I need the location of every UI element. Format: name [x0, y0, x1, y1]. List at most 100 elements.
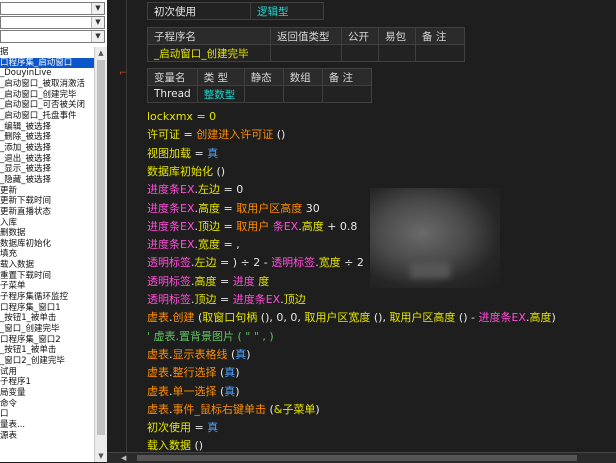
tree-item[interactable]: _DouyinLive [0, 68, 94, 79]
table-header-cell[interactable]: 数组 [282, 68, 323, 86]
table-header-cell[interactable]: 备 注 [415, 27, 465, 45]
code-token: () [213, 164, 226, 178]
object-combo[interactable]: ▼ [0, 2, 105, 15]
tree-item[interactable]: 重置下载时间 [0, 271, 94, 282]
chevron-down-icon[interactable]: ▼ [91, 31, 104, 42]
tree-item[interactable]: 删数据 [0, 228, 94, 239]
filter-combo[interactable]: ▼ [0, 30, 105, 43]
tree-item[interactable]: 更新 [0, 186, 94, 197]
table-header-cell[interactable]: 易包 [378, 27, 416, 45]
tree-item[interactable]: 入库 [0, 218, 94, 229]
table-cell[interactable]: Thread [147, 85, 198, 103]
tree-item[interactable]: 口程序集_启动窗口 [0, 57, 94, 69]
code-line[interactable]: 虚表.显示表格线 (真) [147, 346, 251, 363]
tree-item[interactable]: 局变量 [0, 388, 94, 399]
code-line[interactable]: ' 虚表.置背景图片 ( " " , ) [147, 328, 274, 345]
tree-item[interactable]: _显示_被选择 [0, 164, 94, 175]
code-line[interactable]: 进度条EX.顶边 = 取用户 条EX.高度 + 0.8 [147, 218, 357, 235]
table-cell[interactable]: 整数型 [196, 85, 245, 103]
tree-item[interactable]: 口程序集_窗口1 [0, 303, 94, 314]
code-line[interactable]: 虚表.事件_鼠标右键单击 (&子菜单) [147, 401, 320, 418]
scroll-thumb[interactable] [137, 455, 577, 461]
tree-item[interactable]: _编辑_被选择 [0, 122, 94, 133]
tree-item[interactable]: 填充 [0, 249, 94, 260]
code-token: () [191, 439, 204, 452]
code-token: 左边 [198, 183, 220, 197]
table-cell[interactable] [378, 44, 416, 62]
chevron-down-icon[interactable]: ▼ [91, 17, 104, 28]
tree-item[interactable]: _删除_被选择 [0, 132, 94, 143]
tree-item[interactable]: 量表... [0, 420, 94, 431]
tree-item[interactable]: 源表 [0, 431, 94, 442]
tree-item[interactable]: 口程序集_窗口2 [0, 335, 94, 346]
tree-item[interactable]: _启动窗口_可否被关闭 [0, 100, 94, 111]
code-token: 数据库初始化 [147, 164, 213, 178]
table-cell[interactable] [270, 44, 342, 62]
code-token: , [236, 238, 240, 252]
code-line[interactable]: 许可证 = 创建进入许可证 () [147, 126, 285, 143]
tree-item[interactable]: _启动窗口_托盘事件 [0, 111, 94, 122]
table-header-cell[interactable]: 变量名 [147, 68, 198, 86]
tree-item[interactable]: 口 [0, 409, 94, 420]
code-line[interactable]: 视图加载 = 真 [147, 145, 218, 162]
table-header-cell[interactable]: 子程序名 [147, 27, 271, 45]
tree-item[interactable]: 更新直播状态 [0, 207, 94, 218]
chevron-down-icon[interactable]: ▼ [91, 3, 104, 14]
event-combo[interactable]: ▼ [0, 16, 105, 29]
tree-item[interactable]: 据 [0, 47, 94, 58]
var-type-cell[interactable]: 逻辑型 [250, 2, 324, 20]
tree-item[interactable]: 载入数据 [0, 260, 94, 271]
horizontal-scrollbar[interactable]: ◀ [107, 452, 616, 463]
tree-item[interactable]: _按钮1_被单击 [0, 345, 94, 356]
tree-item[interactable]: 试用 [0, 367, 94, 378]
code-line[interactable]: 虚表.单一选择 (真) [147, 383, 240, 400]
table-cell[interactable]: _启动窗口_创建完毕 [147, 44, 271, 62]
tree-item[interactable]: _添加_被选择 [0, 143, 94, 154]
tree-item[interactable]: _按钮1_被单击 [0, 313, 94, 324]
code-line[interactable]: 虚表.整行选择 (真) [147, 364, 240, 381]
tree-item[interactable]: _窗口2_创建完毕 [0, 356, 94, 367]
scroll-thumb[interactable] [97, 60, 105, 435]
table-cell[interactable] [415, 44, 465, 62]
table-header-cell[interactable]: 静态 [243, 68, 284, 86]
table-header-cell[interactable]: 公开 [341, 27, 379, 45]
code-token: 进度条EX [147, 183, 195, 197]
code-line[interactable]: 进度条EX.宽度 = , [147, 236, 240, 253]
code-line[interactable]: 载入数据 () [147, 437, 203, 452]
tree-item[interactable]: _启动窗口_被取消激活 [0, 79, 94, 90]
code-line[interactable]: 进度条EX.左边 = 0 [147, 181, 243, 198]
table-header-cell[interactable]: 返回值类型 [270, 27, 342, 45]
code-editor[interactable]: 初次使用 逻辑型 子程序名 返回值类型 公开 易包备 注 _启动窗口_创建完毕 变量名… [127, 0, 616, 452]
table-header-cell[interactable]: 类 型 [196, 68, 245, 86]
code-line[interactable]: 虚表.创建 (取窗口句柄 (), 0, 0, 取用户区宽度 (), 取用户区高度… [147, 309, 556, 326]
tree-item[interactable]: 数据库初始化 [0, 239, 94, 250]
table-header-cell[interactable]: 备 注 [321, 68, 372, 86]
tree-item[interactable]: 子程序1 [0, 377, 94, 388]
table-cell[interactable] [243, 85, 284, 103]
code-line[interactable]: 数据库初始化 () [147, 163, 225, 180]
var-name-cell[interactable]: 初次使用 [147, 2, 251, 20]
code-token: 透明标签 [147, 256, 191, 270]
scroll-up-icon[interactable]: ▲ [95, 47, 107, 59]
code-line[interactable]: 初次使用 = 真 [147, 419, 218, 436]
table-cell[interactable] [282, 85, 323, 103]
tree-scrollbar[interactable]: ▲ ▼ [94, 47, 107, 462]
code-line[interactable]: lockxmx = 0 [147, 108, 216, 125]
code-line[interactable]: 透明标签.左边 = ) ÷ 2 - 透明标签.宽度 ÷ 2 [147, 254, 364, 271]
code-line[interactable]: 进度条EX.高度 = 取用户区高度 30 [147, 200, 320, 217]
table-cell[interactable] [341, 44, 379, 62]
tree-item[interactable]: 子菜单 [0, 281, 94, 292]
program-tree[interactable]: 据口程序集_启动窗口 _DouyinLive _启动窗口_被取消激活 _启动窗口_创建… [0, 47, 94, 457]
table-cell[interactable] [321, 85, 372, 103]
tree-item[interactable]: _隐藏_被选择 [0, 175, 94, 186]
tree-item[interactable]: 子程序集循环监控 [0, 292, 94, 303]
code-line[interactable]: 透明标签.顶边 = 进度条EX.顶边 [147, 291, 306, 308]
tree-item[interactable]: 命令 [0, 399, 94, 410]
tree-item[interactable]: 更新下载时间 [0, 196, 94, 207]
code-line[interactable]: 透明标签.高度 = 进度 度 [147, 273, 269, 290]
tree-item[interactable]: _退出_被选择 [0, 154, 94, 165]
tree-item[interactable]: _窗口_创建完毕 [0, 324, 94, 335]
tree-item[interactable]: _启动窗口_创建完毕 [0, 90, 94, 101]
code-token: 顶边 [194, 293, 217, 306]
scroll-down-icon[interactable]: ▼ [95, 450, 107, 462]
